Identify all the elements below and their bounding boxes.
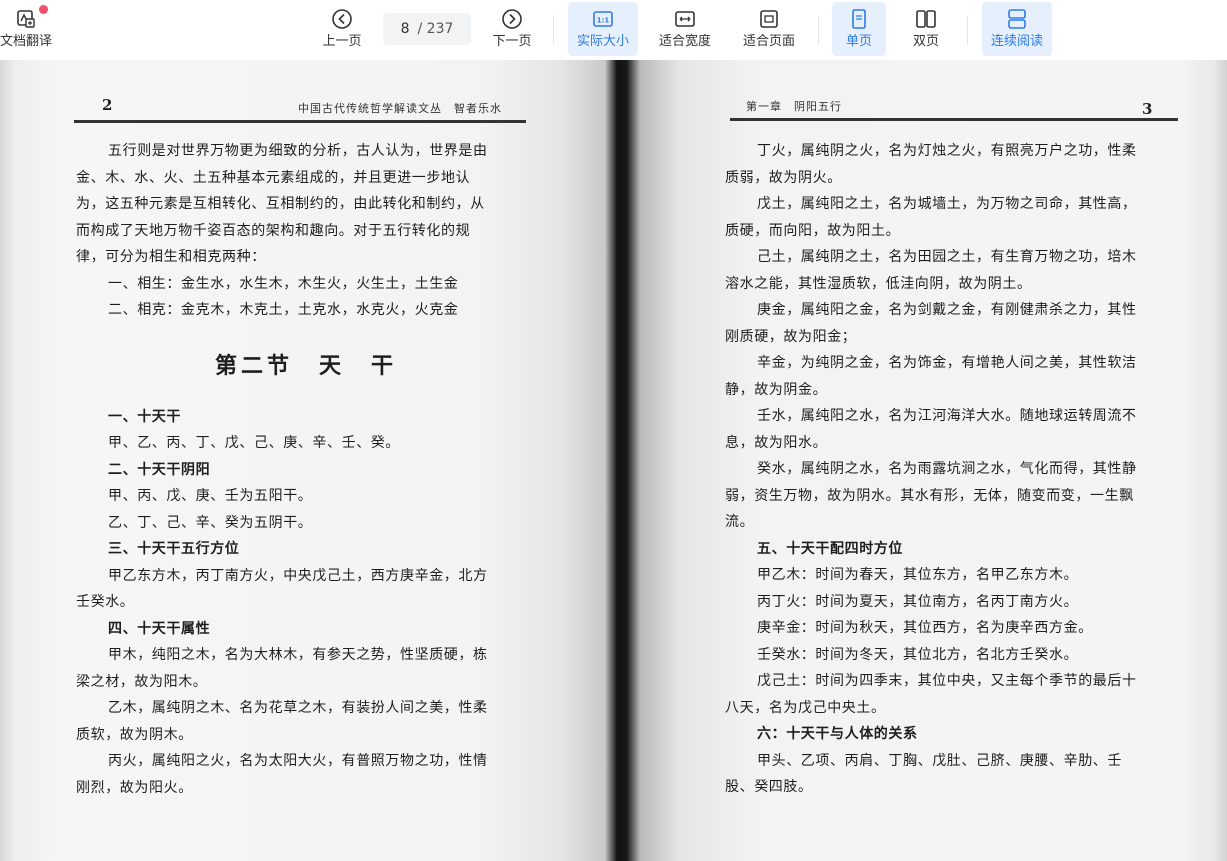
text-line: 癸水，属纯阴之水，名为雨露坑涧之水，气化而得，其性静 bbox=[757, 461, 1137, 477]
subheading: 五、十天干配四时方位 bbox=[757, 540, 903, 557]
toolbar-divider bbox=[967, 16, 968, 44]
text-line: 为，这五种元素是互相转化、互相制约的，由此转化和制约，从 bbox=[76, 196, 485, 212]
text-line: 流。 bbox=[725, 514, 755, 530]
text-line: 甲头、乙项、丙肩、丁胸、戊肚、己脐、庚腰、辛肋、壬 bbox=[757, 752, 1122, 769]
text-line: 甲木，纯阳之木，名为大林木，有参天之势，性坚质硬，栋 bbox=[108, 647, 488, 663]
double-page-button[interactable]: 双页 bbox=[900, 2, 952, 56]
left-page-text: 五行则是对世界万物更为细致的分析，古人认为，世界是由 金、木、水、火、土五种基本… bbox=[76, 138, 536, 801]
subheading: 二、十天干阴阳 bbox=[108, 461, 211, 478]
single-page-label: 单页 bbox=[845, 34, 872, 49]
text-line: 刚质硬，故为阳金； bbox=[725, 328, 857, 345]
text-line: 丁火，属纯阴之火，名为灯烛之火，有照亮万户之功，性柔 bbox=[757, 143, 1137, 159]
svg-text:1:1: 1:1 bbox=[597, 17, 610, 25]
fit-page-icon bbox=[760, 10, 778, 28]
actual-size-label: 实际大小 bbox=[576, 34, 629, 49]
subheading: 六：十天干与人体的关系 bbox=[757, 726, 918, 742]
text-line: 五行则是对世界万物更为细致的分析，古人认为，世界是由 bbox=[108, 143, 488, 159]
text-line: 溶水之能，其性湿质软，低洼向阴，故为阴土。 bbox=[725, 275, 1032, 292]
text-line: 甲乙木：时间为春天，其位东方，名甲乙东方木。 bbox=[757, 567, 1079, 583]
text-line: 静，故为阴金。 bbox=[725, 381, 828, 398]
subheading: 三、十天干五行方位 bbox=[108, 541, 240, 557]
text-line: 壬癸水：时间为冬天，其位北方，名北方壬癸水。 bbox=[757, 646, 1079, 663]
subheading: 四、十天干属性 bbox=[108, 620, 211, 637]
left-header-rule bbox=[74, 120, 526, 123]
text-line: 辛金，为纯阴之金，名为饰金，有增艳人间之美，其性软洁 bbox=[757, 355, 1137, 371]
text-line: 而构成了天地万物千姿百态的架构和趣向。对于五行转化的规 bbox=[76, 222, 471, 239]
text-line: 金、木、水、火、土五种基本元素组成的，并且更进一步地认 bbox=[76, 169, 471, 186]
next-page-button[interactable]: 下一页 bbox=[488, 2, 536, 56]
toolbar-divider bbox=[818, 16, 819, 44]
fit-page-label: 适合页面 bbox=[742, 34, 795, 49]
continuous-reading-icon bbox=[1008, 9, 1026, 29]
single-page-icon bbox=[852, 9, 866, 29]
toolbar: 文档翻译 上一页 8 / 237 下一页 1:1 实际大小 适合宽度 适合页面 … bbox=[0, 0, 1227, 60]
actual-size-icon: 1:1 bbox=[593, 11, 613, 27]
translate-icon bbox=[17, 10, 35, 28]
right-page-text: 丁火，属纯阴之火，名为灯烛之火，有照亮万户之功，性柔 质弱，故为阴火。 戊土，属… bbox=[725, 138, 1195, 801]
fit-width-label: 适合宽度 bbox=[658, 34, 711, 49]
right-page-number: 3 bbox=[1142, 100, 1153, 118]
text-line: 丙丁火：时间为夏天，其位南方，名丙丁南方火。 bbox=[757, 593, 1079, 610]
prev-page-button[interactable]: 上一页 bbox=[318, 2, 366, 56]
double-page-label: 双页 bbox=[912, 34, 939, 49]
text-line: 戊土，属纯阳之土，名为城墙土，为万物之司命，其性高， bbox=[757, 196, 1137, 212]
right-page-header: 第一章 阴阳五行 bbox=[746, 100, 842, 113]
continuous-reading-button[interactable]: 连续阅读 bbox=[982, 2, 1052, 56]
text-line: 质硬，而向阳，故为阳土。 bbox=[725, 222, 901, 239]
current-page-input[interactable]: 8 bbox=[401, 21, 410, 37]
subheading: 一、十天干 bbox=[108, 408, 181, 425]
right-header-rule bbox=[730, 118, 1178, 121]
double-page-icon bbox=[916, 10, 936, 28]
notification-dot bbox=[39, 5, 48, 14]
text-line: 乙、丁、己、辛、癸为五阴干。 bbox=[108, 514, 313, 531]
text-line: 甲乙东方木，丙丁南方火，中央戊己土，西方庚辛金，北方 bbox=[108, 567, 488, 584]
text-line: 股、癸四肢。 bbox=[725, 779, 813, 795]
text-line: 梁之材，故为阳木。 bbox=[76, 673, 208, 690]
actual-size-button[interactable]: 1:1 实际大小 bbox=[568, 2, 638, 56]
text-line: 一、相生：金生水，水生木，木生火，火生土，土生金 bbox=[108, 275, 459, 292]
text-line: 戊己土：时间为四季末，其位中央，又主每个季节的最后十 bbox=[757, 673, 1137, 689]
prev-page-label: 上一页 bbox=[322, 34, 362, 49]
section-heading: 第二节 天 干 bbox=[214, 352, 397, 379]
text-line: 质软，故为阴木。 bbox=[76, 726, 193, 743]
text-line: 庚辛金：时间为秋天，其位西方，名为庚辛西方金。 bbox=[757, 620, 1093, 636]
text-line: 质弱，故为阴火。 bbox=[725, 169, 842, 186]
translate-label: 文档翻译 bbox=[0, 34, 52, 49]
text-line: 二、相克：金克木，木克土，土克水，水克火，火克金 bbox=[108, 302, 459, 318]
text-line: 律，可分为相生和相克两种： bbox=[76, 249, 266, 265]
document-viewport[interactable]: 2 中国古代传统哲学解读文丛 智者乐水 五行则是对世界万物更为细致的分析，古人认… bbox=[0, 60, 1227, 861]
toolbar-divider bbox=[553, 16, 554, 44]
text-line: 壬癸水。 bbox=[76, 594, 135, 610]
text-line: 八天，名为戊己中央土。 bbox=[725, 699, 886, 716]
text-line: 甲、乙、丙、丁、戊、己、庚、辛、壬、癸。 bbox=[108, 435, 400, 451]
text-line: 息，故为阳水。 bbox=[725, 434, 828, 451]
left-page-number: 2 bbox=[102, 96, 113, 114]
continuous-reading-label: 连续阅读 bbox=[990, 34, 1043, 49]
text-line: 弱，资生万物，故为阴水。其水有形，无体，随变而变，一生飘 bbox=[725, 487, 1134, 504]
text-line: 刚烈，故为阳火。 bbox=[76, 779, 193, 796]
page-indicator[interactable]: 8 / 237 bbox=[383, 13, 471, 45]
fit-page-button[interactable]: 适合页面 bbox=[736, 2, 802, 56]
text-line: 丙火，属纯阳之火，名为太阳大火，有普照万物之功，性情 bbox=[108, 753, 488, 769]
fit-width-button[interactable]: 适合宽度 bbox=[652, 2, 718, 56]
text-line: 乙木，属纯阴之木、名为花草之木，有装扮人间之美，性柔 bbox=[108, 700, 488, 716]
left-page-header: 中国古代传统哲学解读文丛 智者乐水 bbox=[298, 102, 502, 115]
fit-width-icon bbox=[675, 11, 695, 27]
text-line: 壬水，属纯阳之水，名为江河海洋大水。随地球运转周流不 bbox=[757, 408, 1137, 424]
single-page-button[interactable]: 单页 bbox=[832, 2, 886, 56]
chevron-left-circle-icon bbox=[332, 9, 352, 29]
text-line: 甲、丙、戊、庚、壬为五阳干。 bbox=[108, 488, 313, 504]
text-line: 庚金，属纯阳之金，名为剑戴之金，有刚健肃杀之力，其性 bbox=[757, 302, 1137, 318]
text-line: 己土，属纯阴之土，名为田园之土，有生育万物之功，培木 bbox=[757, 249, 1137, 265]
next-page-label: 下一页 bbox=[492, 34, 532, 49]
total-pages: / 237 bbox=[417, 21, 454, 37]
chevron-right-circle-icon bbox=[502, 9, 522, 29]
